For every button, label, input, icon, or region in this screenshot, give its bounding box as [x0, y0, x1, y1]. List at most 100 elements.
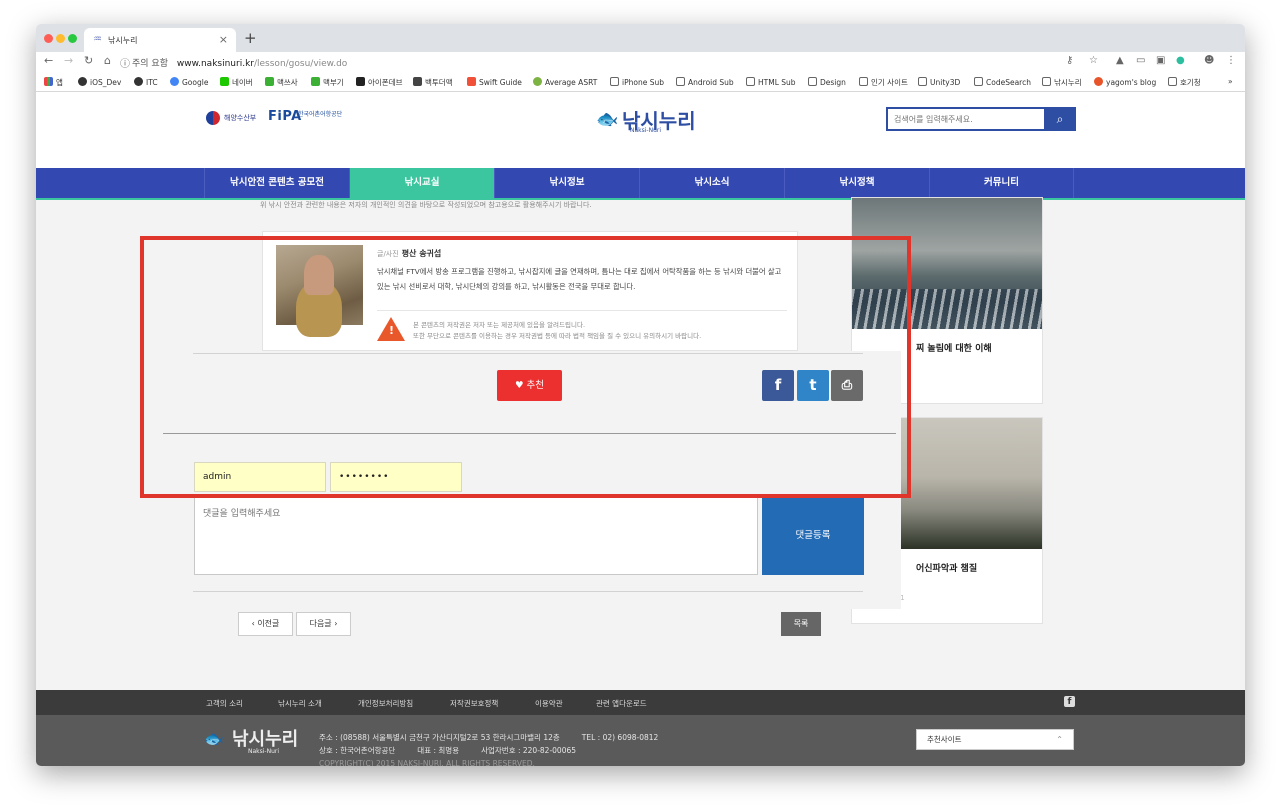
info-icon[interactable]: ⓘ — [120, 55, 130, 70]
prev-post-button[interactable]: ‹ 이전글 — [238, 612, 293, 636]
folder-icon — [974, 77, 983, 86]
bookmark-label: 네이버 — [232, 78, 253, 87]
bookmark-folder[interactable]: 인기 사이트 — [859, 77, 908, 88]
site-header: 해양수산부 FiPA 한국어촌어항공단 🐟 낚시누리 Naksi-Nuri ⌕ — [36, 93, 1245, 168]
bookmark-label: Average ASRT — [545, 78, 598, 87]
nav-item-info[interactable]: 낚시정보 — [494, 168, 639, 198]
footer-link[interactable]: 이용약관 — [535, 698, 563, 709]
bookmark-folder[interactable]: Unity3D — [918, 77, 960, 87]
extension-icon[interactable]: ▲ — [1116, 55, 1124, 66]
bookmark-label: Swift Guide — [479, 78, 522, 87]
fipa-label: 한국어촌어항공단 — [298, 111, 343, 118]
comment-input[interactable] — [194, 497, 758, 575]
tab-close-icon[interactable]: × — [219, 33, 228, 46]
card-title: 어신파악과 챔질 — [916, 564, 978, 574]
bookmark-folder[interactable]: iPhone Sub — [610, 77, 664, 87]
footer-link[interactable]: 고객의 소리 — [206, 698, 243, 709]
gov-logo[interactable]: 해양수산부 — [206, 111, 256, 125]
gov-label: 해양수산부 — [224, 114, 257, 122]
main-nav: 낚시안전 콘텐츠 공모전 낚시교실 낚시정보 낚시소식 낚시정책 커뮤니티 — [36, 168, 1245, 200]
next-post-button[interactable]: 다음글 › — [296, 612, 351, 636]
reload-icon[interactable]: ↻ — [84, 54, 93, 67]
close-window-button[interactable] — [44, 34, 53, 43]
forward-icon[interactable]: → — [64, 54, 73, 67]
browser-tab[interactable]: ♒ 낚시누리 × — [84, 28, 236, 52]
content-area: 위 낚시 안전과 관련한 내용은 저자의 개인적인 의견을 바탕으로 작성되었으… — [36, 197, 1245, 690]
comment-submit-button[interactable]: 댓글등록 — [762, 497, 864, 575]
bookmark-item[interactable]: 백투더맥 — [413, 77, 453, 88]
menu-icon[interactable]: ⋮ — [1226, 55, 1236, 66]
page: 해양수산부 FiPA 한국어촌어항공단 🐟 낚시누리 Naksi-Nuri ⌕ … — [36, 93, 1245, 766]
folder-icon — [610, 77, 619, 86]
url-path: /lesson/gosu/view.do — [253, 59, 348, 69]
maximize-window-button[interactable] — [68, 34, 77, 43]
bookmark-label: 호기청 — [1180, 78, 1201, 87]
minimize-window-button[interactable] — [56, 34, 65, 43]
nav-item-lesson[interactable]: 낚시교실 — [349, 168, 494, 198]
url-field[interactable]: 주의 요함 www.naksinuri.kr/lesson/gosu/view.… — [132, 56, 347, 69]
bookmark-folder[interactable]: HTML Sub — [746, 77, 796, 87]
nav-item-community[interactable]: 커뮤니티 — [929, 168, 1074, 198]
facebook-icon[interactable]: f — [1064, 696, 1075, 707]
apps-icon — [44, 77, 53, 86]
logo-subtext: Naksi-Nuri — [630, 127, 662, 134]
bookmark-label: Unity3D — [930, 78, 961, 87]
tab-title: 낚시누리 — [108, 36, 138, 45]
fipa-logo[interactable]: FiPA — [268, 109, 302, 124]
google-icon — [170, 77, 179, 86]
bookmark-folder[interactable]: Android Sub — [676, 77, 734, 87]
bookmark-label: iOS_Dev — [90, 78, 122, 87]
chevron-up-icon: ⌃ — [1056, 735, 1063, 744]
bookmark-item[interactable]: 맥쓰사 — [265, 77, 298, 88]
bookmark-label: HTML Sub — [758, 78, 796, 87]
bookmarks-bar: 앱 iOS_Dev ITC Google 네이버 맥쓰사 맥부기 아이폰데브 백… — [36, 72, 1245, 92]
search-input[interactable] — [888, 109, 1044, 129]
site-icon — [1094, 77, 1103, 86]
bookmark-item[interactable]: iOS_Dev — [78, 77, 121, 87]
star-icon[interactable]: ☆ — [1089, 55, 1098, 66]
nav-item-policy[interactable]: 낚시정책 — [784, 168, 929, 198]
bookmark-label: ITC — [146, 78, 158, 87]
bookmark-label: Design — [820, 78, 846, 87]
bookmark-folder[interactable]: 낚시누리 — [1042, 77, 1082, 88]
bookmark-label: CodeSearch — [986, 78, 1031, 87]
back-icon[interactable]: ← — [44, 54, 53, 67]
url-host: www.naksinuri.kr — [176, 59, 254, 69]
recommend-site-select[interactable]: 추천사이트 ⌃ — [916, 729, 1074, 750]
bookmark-item[interactable]: 앱 — [44, 77, 63, 88]
nav-item-contest[interactable]: 낚시안전 콘텐츠 공모전 — [204, 168, 349, 198]
folder-icon — [676, 77, 685, 86]
extension-icon[interactable]: ▭ — [1136, 55, 1145, 66]
nav-item-news[interactable]: 낚시소식 — [639, 168, 784, 198]
footer-link[interactable]: 개인정보처리방침 — [358, 698, 413, 709]
home-icon[interactable]: ⌂ — [104, 54, 111, 67]
bookmark-item[interactable]: 아이폰데브 — [356, 77, 403, 88]
search-icon[interactable]: ⌕ — [1044, 107, 1076, 131]
address: 주소 : (08588) 서울특별시 금천구 가산디지털2로 53 한라시그마밸… — [319, 733, 560, 742]
tel: TEL : 02) 6098-0812 — [581, 733, 659, 742]
bookmark-folder[interactable]: 호기청 — [1168, 77, 1201, 88]
new-tab-icon[interactable]: + — [244, 29, 257, 47]
bookmark-item[interactable]: Average ASRT — [533, 77, 597, 87]
bookmark-item[interactable]: yagom's blog — [1094, 77, 1156, 87]
profile-avatar[interactable]: ☻ — [1204, 55, 1214, 66]
bookmark-item[interactable]: 맥부기 — [311, 77, 344, 88]
bookmark-item[interactable]: 네이버 — [220, 77, 253, 88]
biz-number: 사업자번호 : 220-82-00065 — [481, 746, 577, 755]
footer-link[interactable]: 저작권보호정책 — [450, 698, 498, 709]
bookmark-label: 낚시누리 — [1054, 78, 1082, 87]
bookmark-folder[interactable]: Design — [808, 77, 846, 87]
naver-icon — [220, 77, 229, 86]
footer-link[interactable]: 낚시누리 소개 — [278, 698, 322, 709]
bookmarks-more[interactable]: » — [1228, 77, 1233, 86]
key-icon[interactable]: ⚷ — [1066, 55, 1073, 66]
gov-emblem-icon — [206, 111, 220, 125]
footer-link[interactable]: 관련 앱다운로드 — [596, 698, 647, 709]
bookmark-folder[interactable]: CodeSearch — [974, 77, 1031, 87]
extension-icon[interactable]: ● — [1176, 55, 1185, 66]
bookmark-item[interactable]: Google — [170, 77, 208, 87]
extension-icon[interactable]: ▣ — [1156, 55, 1165, 66]
bookmark-item[interactable]: Swift Guide — [467, 77, 522, 87]
bookmark-item[interactable]: ITC — [134, 77, 158, 87]
list-button[interactable]: 목록 — [781, 612, 821, 636]
